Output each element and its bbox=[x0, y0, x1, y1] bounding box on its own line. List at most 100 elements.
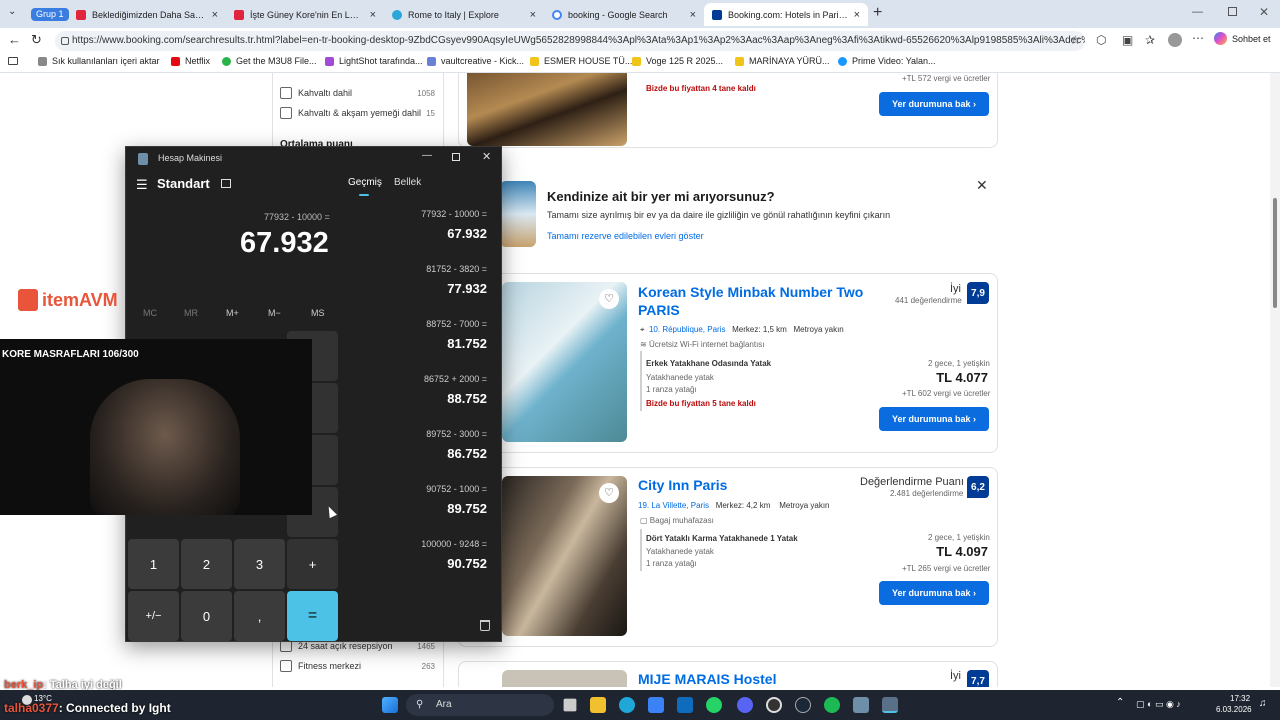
history-result[interactable]: 86.752 bbox=[447, 446, 487, 461]
memory-recall-button[interactable]: MR bbox=[184, 308, 198, 318]
hotel-photo[interactable] bbox=[467, 73, 627, 146]
split-screen-icon[interactable]: ▣ bbox=[1122, 33, 1133, 47]
scrollbar-thumb[interactable] bbox=[1273, 198, 1277, 308]
hotel-name-link[interactable]: MIJE MARAIS Hostel bbox=[638, 670, 776, 687]
bookmark-m3u8[interactable]: Get the M3U8 File... bbox=[222, 56, 317, 66]
check-availability-button[interactable]: Yer durumuna bak › bbox=[879, 581, 989, 605]
tab-history[interactable]: Geçmiş bbox=[348, 177, 382, 188]
calculator-taskbar-icon[interactable] bbox=[882, 697, 898, 713]
history-result[interactable]: 88.752 bbox=[447, 391, 487, 406]
history-expression[interactable]: 90752 - 1000 = bbox=[426, 484, 487, 494]
reading-list-icon[interactable] bbox=[8, 57, 18, 65]
back-icon[interactable]: ← bbox=[8, 32, 21, 47]
bookmark-marina[interactable]: MARİNAYA YÜRÜ... bbox=[735, 56, 830, 66]
obs-icon[interactable] bbox=[766, 697, 782, 713]
edge-icon[interactable] bbox=[619, 697, 635, 713]
history-expression[interactable]: 100000 - 9248 = bbox=[421, 539, 487, 549]
hamburger-menu-icon[interactable]: ☰ bbox=[136, 177, 148, 193]
trash-icon[interactable] bbox=[480, 620, 490, 631]
tab-google[interactable]: booking - Google Search × bbox=[544, 3, 704, 26]
task-view-icon[interactable] bbox=[563, 698, 577, 712]
bookmark-esmer[interactable]: ESMER HOUSE TÜ... bbox=[530, 56, 632, 66]
address-bar[interactable]: https://www.booking.com/searchresults.tr… bbox=[55, 31, 1085, 51]
key-2[interactable]: 2 bbox=[181, 539, 232, 589]
whatsapp-icon[interactable] bbox=[706, 697, 722, 713]
bookmark-kick[interactable]: vaultcreative - Kick... bbox=[427, 56, 524, 66]
history-expression[interactable]: 88752 - 7000 = bbox=[426, 319, 487, 329]
close-icon[interactable]: × bbox=[370, 9, 376, 21]
close-icon[interactable]: × bbox=[530, 9, 536, 21]
district-link[interactable]: 19. La Villette, Paris bbox=[638, 501, 709, 510]
check-availability-button[interactable]: Yer durumuna bak › bbox=[879, 407, 989, 431]
key-decimal[interactable]: , bbox=[234, 591, 285, 641]
spotify-icon[interactable] bbox=[824, 697, 840, 713]
new-tab-button[interactable]: + bbox=[873, 4, 882, 22]
memory-store-button[interactable]: MS bbox=[311, 308, 325, 318]
history-result[interactable]: 81.752 bbox=[447, 336, 487, 351]
history-expression[interactable]: 81752 - 3820 = bbox=[426, 264, 487, 274]
close-icon[interactable]: ✕ bbox=[482, 150, 491, 163]
outlook-icon[interactable] bbox=[677, 697, 693, 713]
hotel-name-link[interactable]: Korean Style Minbak Number Two PARIS bbox=[638, 283, 878, 319]
heart-icon[interactable]: ♡ bbox=[599, 289, 619, 309]
tab-memory[interactable]: Bellek bbox=[394, 177, 421, 188]
memory-clear-button[interactable]: MC bbox=[143, 308, 157, 318]
bookmark-import[interactable]: Sık kullanılanları içeri aktar bbox=[38, 56, 160, 66]
extensions-icon[interactable]: ⬡ bbox=[1096, 33, 1106, 47]
taskbar-search[interactable]: ⚲ Ara bbox=[406, 694, 554, 716]
bookmark-lightshot[interactable]: LightShot tarafında... bbox=[325, 56, 423, 66]
history-expression[interactable]: 89752 - 3000 = bbox=[426, 429, 487, 439]
history-expression[interactable]: 77932 - 10000 = bbox=[421, 209, 487, 219]
filter-breakfast-dinner[interactable]: Kahvaltı & akşam yemeği dahil 15 bbox=[280, 107, 435, 119]
steam-icon[interactable] bbox=[795, 697, 811, 713]
close-icon[interactable]: × bbox=[212, 9, 218, 21]
avatar[interactable] bbox=[1168, 33, 1182, 47]
chevron-up-icon[interactable]: ⌃ bbox=[1116, 697, 1124, 708]
hotel-name-link[interactable]: City Inn Paris bbox=[638, 476, 838, 494]
tab-youtube-2[interactable]: İşte Güney Kore'nin En Lüks Bölge × bbox=[226, 3, 384, 26]
promo-link[interactable]: Tamamı rezerve edilebilen evleri göster bbox=[547, 231, 704, 241]
bookmark-netflix[interactable]: Netflix bbox=[171, 56, 210, 66]
tab-group-label[interactable]: Grup 1 bbox=[31, 8, 69, 21]
history-result[interactable]: 77.932 bbox=[447, 281, 487, 296]
checkbox[interactable] bbox=[280, 107, 292, 119]
tab-rome[interactable]: Rome to Italy | Explore × bbox=[384, 3, 544, 26]
filter-fitness[interactable]: Fitness merkezi 263 bbox=[280, 660, 435, 672]
maximize-icon[interactable] bbox=[452, 153, 460, 161]
checkbox[interactable] bbox=[280, 660, 292, 672]
start-icon[interactable] bbox=[382, 697, 398, 713]
keep-on-top-icon[interactable] bbox=[221, 179, 231, 188]
bookmark-star-icon[interactable]: ☆ bbox=[1070, 33, 1081, 47]
tab-youtube-1[interactable]: Beklediğimizden Daha Samimi Bir × bbox=[68, 3, 226, 26]
key-plus[interactable]: + bbox=[287, 539, 338, 589]
key-3[interactable]: 3 bbox=[234, 539, 285, 589]
clock-time[interactable]: 17:32 bbox=[1230, 694, 1250, 703]
store-icon[interactable] bbox=[648, 697, 664, 713]
checkbox[interactable] bbox=[280, 87, 292, 99]
maximize-icon[interactable] bbox=[1228, 7, 1237, 16]
reload-icon[interactable]: ↻ bbox=[31, 32, 42, 48]
history-result[interactable]: 90.752 bbox=[447, 556, 487, 571]
close-icon[interactable]: × bbox=[854, 9, 860, 21]
key-equals[interactable]: = bbox=[287, 591, 338, 641]
check-availability-button[interactable]: Yer durumuna bak › bbox=[879, 92, 989, 116]
page-scrollbar[interactable] bbox=[1270, 73, 1280, 687]
tab-booking[interactable]: Booking.com: Hotels in Paris. Otel × bbox=[704, 3, 868, 26]
memory-subtract-button[interactable]: M− bbox=[268, 308, 281, 318]
clock-date[interactable]: 6.03.2026 bbox=[1216, 705, 1252, 714]
hotel-photo[interactable] bbox=[502, 670, 627, 687]
notification-icon[interactable]: ♫ bbox=[1259, 698, 1267, 709]
history-result[interactable]: 67.932 bbox=[447, 226, 487, 241]
close-icon[interactable]: ✕ bbox=[976, 177, 988, 194]
file-explorer-icon[interactable] bbox=[590, 697, 606, 713]
key-negate[interactable]: +/− bbox=[128, 591, 179, 641]
close-icon[interactable]: × bbox=[690, 9, 696, 21]
app-icon[interactable] bbox=[853, 697, 869, 713]
district-link[interactable]: 10. République, Paris bbox=[649, 325, 726, 334]
more-menu-icon[interactable]: ⋯ bbox=[1192, 31, 1204, 45]
history-expression[interactable]: 86752 + 2000 = bbox=[424, 374, 487, 384]
bookmark-prime[interactable]: Prime Video: Yalan... bbox=[838, 56, 936, 66]
filter-breakfast[interactable]: Kahvaltı dahil 1058 bbox=[280, 87, 435, 99]
tray-icons[interactable]: ▢ ◐ ▭ ◉ ♪ bbox=[1136, 699, 1206, 709]
copilot-button[interactable]: Sohbet et bbox=[1214, 32, 1271, 45]
